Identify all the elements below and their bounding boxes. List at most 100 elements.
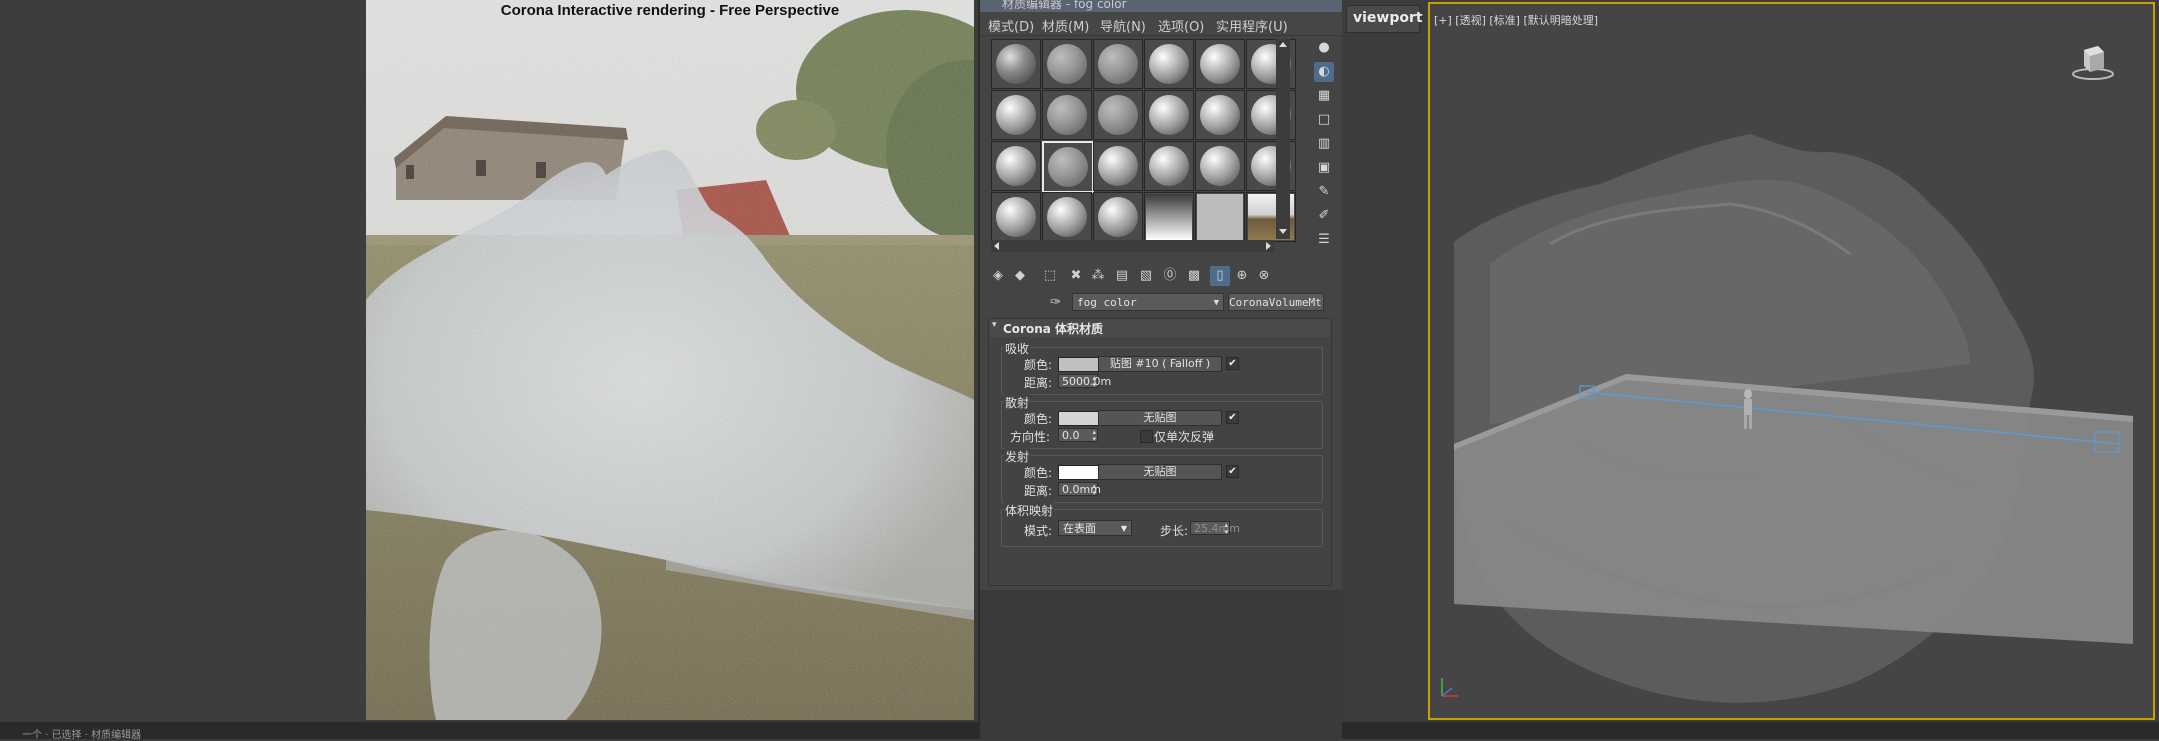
video-color-check-icon[interactable]: ▥ bbox=[1314, 134, 1334, 154]
material-sphere bbox=[1200, 95, 1240, 135]
sample-slot[interactable] bbox=[1093, 39, 1143, 89]
material-type-button[interactable]: CoronaVolumeMtl bbox=[1228, 293, 1324, 311]
noise-swatch bbox=[1197, 194, 1243, 240]
scattering-map-checkbox[interactable]: ✔ bbox=[1226, 411, 1239, 424]
absorption-label: 吸收 bbox=[1004, 340, 1031, 357]
material-toolbar: ◈ ◆ ⬚ ✖ ⁂ ▤ ▧ ⓪ ▩ ▯ ⊕ ⊗ bbox=[988, 266, 1338, 290]
material-sphere bbox=[996, 44, 1036, 84]
absorption-map-button[interactable]: 贴图 #10 ( Falloff ) bbox=[1098, 356, 1222, 372]
show-shaded-icon[interactable]: ▩ bbox=[1184, 266, 1204, 286]
viewport-status-strip bbox=[1428, 723, 2159, 739]
delete-icon[interactable]: ✖ bbox=[1066, 266, 1086, 286]
mode-label: 模式: bbox=[1024, 524, 1053, 538]
scattering-color-label: 颜色: bbox=[1024, 412, 1053, 426]
sample-slot[interactable] bbox=[1093, 141, 1143, 191]
sample-slot[interactable] bbox=[1195, 39, 1245, 89]
material-id-channel-icon[interactable]: ▧ bbox=[1136, 266, 1156, 286]
material-sphere bbox=[1098, 44, 1138, 84]
eyedropper-icon[interactable]: ✑ bbox=[1050, 295, 1066, 311]
menu-mode[interactable]: 模式(D) bbox=[988, 16, 1034, 35]
sample-slot[interactable] bbox=[1042, 39, 1092, 89]
emission-map-checkbox[interactable]: ✔ bbox=[1226, 465, 1239, 478]
material-name-value: fog color bbox=[1077, 296, 1137, 309]
material-sphere bbox=[996, 146, 1036, 186]
material-editor-empty-area bbox=[980, 590, 1342, 739]
sample-slot-active[interactable] bbox=[1042, 141, 1094, 193]
assign-material-icon[interactable]: ⬚ bbox=[1040, 266, 1060, 286]
perspective-viewport[interactable]: [+] [透视] [标准] [默认明暗处理] bbox=[1428, 2, 2155, 720]
material-editor-titlebar[interactable]: 材质编辑器 - fog color bbox=[980, 0, 1342, 12]
material-sphere bbox=[1149, 95, 1189, 135]
sample-slot[interactable] bbox=[991, 39, 1041, 89]
make-preview-icon[interactable]: ▣ bbox=[1314, 158, 1334, 178]
sample-slot[interactable] bbox=[1195, 141, 1245, 191]
slot-vertical-scrollbar[interactable] bbox=[1276, 39, 1290, 239]
sample-slot[interactable] bbox=[991, 90, 1041, 140]
sample-slot[interactable] bbox=[1042, 192, 1092, 242]
absorption-color-swatch[interactable] bbox=[1058, 357, 1102, 372]
emission-map-button[interactable]: 无贴图 bbox=[1098, 464, 1222, 480]
sample-slot[interactable] bbox=[1195, 192, 1245, 242]
sample-slot[interactable] bbox=[1093, 192, 1143, 242]
viewcube-icon[interactable] bbox=[2070, 40, 2116, 82]
sample-slot[interactable] bbox=[991, 141, 1041, 191]
single-bounce-checkbox[interactable] bbox=[1140, 430, 1153, 443]
options-icon[interactable]: ✎ bbox=[1314, 182, 1334, 202]
directionality-spinner[interactable]: 0.0 ▴ ▾ bbox=[1058, 428, 1098, 443]
sample-slot[interactable] bbox=[1042, 90, 1092, 140]
absorption-distance-label: 距离: bbox=[1024, 376, 1053, 390]
backlight-icon[interactable]: ◐ bbox=[1314, 62, 1334, 82]
sample-slot[interactable] bbox=[1093, 90, 1143, 140]
scattering-map-button[interactable]: 无贴图 bbox=[1098, 410, 1222, 426]
menu-options[interactable]: 选项(O) bbox=[1158, 16, 1204, 35]
step-spinner[interactable]: 25.4mm ▴ ▾ bbox=[1190, 521, 1240, 536]
menu-navigation[interactable]: 导航(N) bbox=[1100, 16, 1146, 35]
make-unique-icon[interactable]: ⁂ bbox=[1088, 266, 1108, 286]
material-sphere bbox=[1200, 146, 1240, 186]
sample-slot[interactable] bbox=[1144, 39, 1194, 89]
emission-distance-spinner[interactable]: 0.0mm ▴ ▾ bbox=[1058, 482, 1101, 497]
sample-slot[interactable] bbox=[1144, 192, 1194, 242]
menu-utilities[interactable]: 实用程序(U) bbox=[1216, 16, 1288, 35]
mode-dropdown[interactable]: 在表面 ▼ bbox=[1058, 520, 1132, 536]
absorption-map-checkbox[interactable]: ✔ bbox=[1226, 357, 1239, 370]
scattering-group: 散射 颜色: 无贴图 ✔ 方向性: 0.0 ▴ ▾ 仅单次反弹 bbox=[1001, 394, 1323, 449]
go-forward-sibling-icon[interactable]: ⊗ bbox=[1254, 266, 1274, 286]
chevron-down-icon: ▼ bbox=[1120, 524, 1127, 533]
emission-color-swatch[interactable] bbox=[1058, 465, 1102, 480]
sample-slot[interactable] bbox=[1144, 141, 1194, 191]
rollout-title: Corona 体积材质 bbox=[1003, 322, 1104, 336]
put-material-icon[interactable]: ◆ bbox=[1010, 266, 1030, 286]
slot-horizontal-scrollbar[interactable] bbox=[991, 240, 1274, 252]
go-to-parent-icon[interactable]: ⊕ bbox=[1232, 266, 1252, 286]
sample-slot[interactable] bbox=[1195, 90, 1245, 140]
sample-slot[interactable] bbox=[991, 192, 1041, 242]
uv-tiling-icon[interactable]: □ bbox=[1314, 110, 1334, 130]
mode-value: 在表面 bbox=[1063, 522, 1096, 535]
select-by-material-icon[interactable]: ✐ bbox=[1314, 206, 1334, 226]
material-sphere bbox=[996, 95, 1036, 135]
rollout-header[interactable]: ▾ Corona 体积材质 bbox=[989, 319, 1331, 337]
volume-mapping-group: 体积映射 模式: 在表面 ▼ 步长: 25.4mm ▴ ▾ bbox=[1001, 502, 1323, 547]
menu-material[interactable]: 材质(M) bbox=[1042, 16, 1089, 35]
put-to-library-icon[interactable]: ▤ bbox=[1112, 266, 1132, 286]
scattering-color-swatch[interactable] bbox=[1058, 411, 1102, 426]
show-end-result-icon[interactable]: ▯ bbox=[1210, 266, 1230, 286]
viewport-tab[interactable]: viewport bbox=[1346, 5, 1423, 33]
get-material-icon[interactable]: ◈ bbox=[988, 266, 1008, 286]
collapse-icon: ▾ bbox=[992, 320, 997, 330]
viewport-label[interactable]: [+] [透视] [标准] [默认明暗处理] bbox=[1434, 12, 1598, 28]
material-map-navigator-icon[interactable]: ☰ bbox=[1314, 230, 1334, 250]
material-id-icon[interactable]: ⓪ bbox=[1160, 266, 1180, 286]
left-panel bbox=[0, 0, 366, 739]
material-sphere bbox=[1098, 95, 1138, 135]
spinner-arrows-icon: ▴ ▾ bbox=[1224, 521, 1228, 536]
material-sphere bbox=[1098, 197, 1138, 237]
material-name-field[interactable]: fog color ▼ bbox=[1072, 293, 1224, 311]
material-sphere bbox=[1149, 44, 1189, 84]
background-icon[interactable]: ▦ bbox=[1314, 86, 1334, 106]
sample-slot[interactable] bbox=[1144, 90, 1194, 140]
spinner-arrows-icon: ▴ ▾ bbox=[1092, 482, 1096, 497]
sample-type-icon[interactable]: ● bbox=[1314, 38, 1334, 58]
absorption-distance-spinner[interactable]: 5000.0m ▴ ▾ bbox=[1058, 374, 1111, 389]
